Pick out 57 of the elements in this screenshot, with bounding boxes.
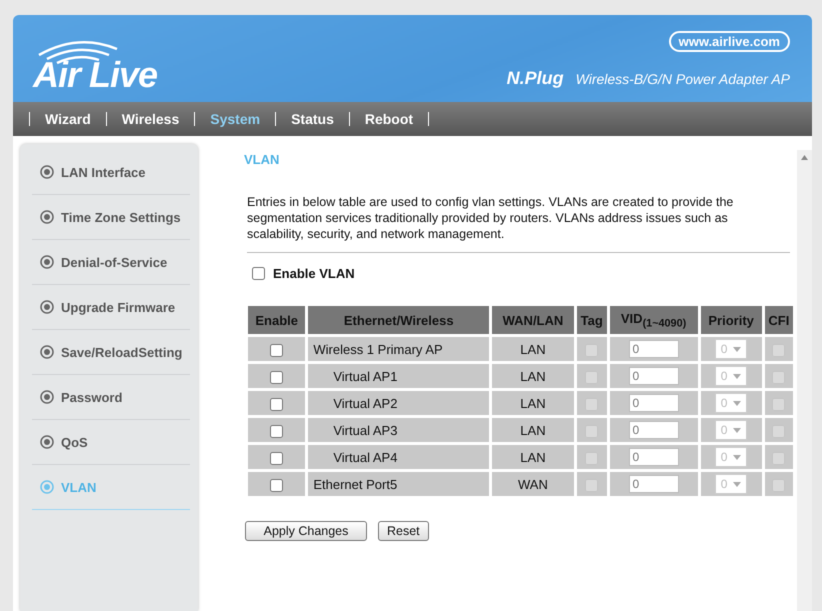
caret-icon (733, 400, 742, 406)
sidebar-item[interactable]: LAN Interface (32, 150, 190, 195)
table-cell: Virtual AP4 (308, 445, 490, 469)
nav-tab[interactable]: Wireless (106, 111, 194, 127)
column-header: Ethernet/Wireless (308, 306, 490, 334)
column-header: Priority (700, 306, 762, 334)
caret-icon (733, 428, 742, 432)
column-header: Tag (576, 306, 607, 334)
table-cell: Virtual AP3 (308, 418, 490, 442)
nav-tab[interactable]: System (195, 111, 276, 127)
column-header: WAN/LAN (492, 306, 574, 334)
table-cell: LAN (492, 364, 574, 388)
sidebar-item[interactable]: Time Zone Settings (32, 195, 190, 240)
apply-button[interactable]: Apply Changes (245, 521, 367, 541)
nav-tab[interactable]: Reboot (350, 111, 428, 127)
radio-bullet-icon (40, 210, 54, 224)
table-cell: Virtual AP1 (308, 364, 490, 388)
sidebar-item[interactable]: Upgrade Firmware (32, 285, 190, 330)
radio-bullet-icon (40, 345, 54, 359)
website-link[interactable]: www.airlive.com (668, 31, 790, 52)
product-tagline: Wireless-B/G/N Power Adapter AP (576, 71, 790, 87)
table-cell: LAN (492, 391, 574, 415)
caret-icon (733, 374, 742, 378)
logo-text: Air Live (33, 57, 158, 93)
radio-bullet-icon (40, 390, 54, 404)
table-cell: Wireless 1 Primary AP (308, 337, 490, 361)
sidebar-item[interactable]: QoS (32, 420, 190, 465)
column-header: VID$_{(1~4090)}$ (610, 306, 698, 334)
scroll-up-icon[interactable] (801, 155, 808, 160)
caret-icon (733, 482, 742, 486)
reset-button[interactable]: Reset (378, 521, 429, 541)
scrollbar[interactable] (797, 150, 812, 611)
radio-bullet-icon (40, 300, 54, 314)
radio-bullet-icon (40, 165, 54, 179)
enable-vlan-checkbox[interactable] (252, 267, 265, 280)
nav-tab[interactable]: Wizard (30, 111, 106, 127)
page-title: VLAN (244, 152, 280, 167)
checkbox-label: Enable VLAN (273, 266, 355, 281)
table-cell: Ethernet Port5 (308, 472, 490, 496)
radio-bullet-icon (40, 435, 54, 449)
table-cell: LAN (492, 418, 574, 442)
nav-tab[interactable]: Status (276, 111, 349, 127)
table-cell: LAN (492, 337, 574, 361)
description-text: Entries in below table are used to config vlan settings. VLANs are created to provide the segmentation services traditionally provided by routers. VLANs address issues such as scalability, security, and network management. (247, 194, 734, 242)
sidebar-item[interactable]: Password (32, 375, 190, 420)
radio-bullet-icon (40, 255, 54, 269)
column-header: CFI (764, 306, 793, 334)
product-name: N.Plug (506, 68, 564, 89)
table-cell: WAN (492, 472, 574, 496)
caret-icon (733, 454, 742, 460)
table-cell: Virtual AP2 (308, 391, 490, 415)
radio-bullet-icon (40, 480, 54, 494)
column-header: Enable (248, 306, 306, 334)
sidebar-item[interactable]: Denial-of-Service (32, 240, 190, 285)
sidebar-item[interactable]: Save/ReloadSetting (32, 330, 190, 375)
table-cell: LAN (492, 445, 574, 469)
caret-icon (733, 346, 742, 352)
